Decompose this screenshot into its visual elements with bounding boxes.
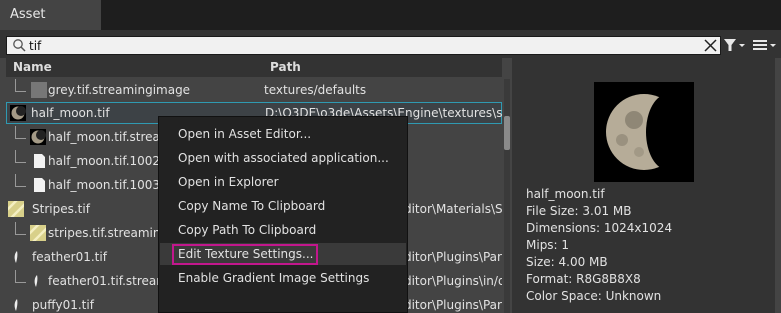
preview-dimensions: Dimensions: 1024x1024 <box>526 221 673 235</box>
menu-icon[interactable] <box>751 36 777 54</box>
search-row <box>0 30 781 58</box>
list-scrollbar[interactable] <box>504 79 510 313</box>
preview-panel: half_moon.tif File Size: 3.01 MB Dimensi… <box>512 58 775 313</box>
tree-branch <box>15 150 26 163</box>
table-row[interactable]: grey.tif.streamingimage textures/default… <box>6 79 502 101</box>
context-menu: Open in Asset Editor... Open with associ… <box>158 116 408 313</box>
stripes-icon <box>30 225 46 241</box>
column-header: Name Path <box>6 58 502 77</box>
row-name: puffy01.tif <box>32 298 94 312</box>
preview-file-size: File Size: 3.01 MB <box>526 204 632 218</box>
file-icon <box>31 82 47 98</box>
filter-icon[interactable] <box>723 36 747 54</box>
tree-branch <box>15 270 26 283</box>
moon-thumbnail-icon <box>30 129 46 145</box>
menu-item-open-with-application[interactable]: Open with associated application... <box>160 147 406 169</box>
tab-asset-browser[interactable]: Asset Browser <box>0 0 101 52</box>
preview-info: half_moon.tif File Size: 3.01 MB Dimensi… <box>526 186 672 305</box>
preview-mips: Mips: 1 <box>526 238 570 252</box>
row-name: half_moon.tif <box>31 106 110 120</box>
feather-icon <box>34 275 38 287</box>
preview-size: Size: 4.00 MB <box>526 255 608 269</box>
tree-branch <box>15 222 26 235</box>
feather-icon <box>14 299 18 311</box>
menu-item-open-in-explorer[interactable]: Open in Explorer <box>160 171 406 193</box>
scrollbar-thumb[interactable] <box>504 116 510 150</box>
file-icon <box>34 178 45 192</box>
feather-icon <box>14 251 18 263</box>
menu-item-label: Edit Texture Settings... <box>172 244 319 265</box>
tree-branch <box>15 174 26 187</box>
search-box[interactable] <box>6 36 721 55</box>
row-name: feather01.tif <box>32 250 107 264</box>
tree-branch <box>15 126 26 139</box>
column-path-header[interactable]: Path <box>270 60 301 74</box>
file-icon <box>34 154 45 168</box>
preview-format: Format: R8G8B8X8 <box>526 272 641 286</box>
search-icon <box>13 39 26 52</box>
moon-preview-icon <box>594 82 696 182</box>
tab-bar: Asset Browser <box>0 0 781 52</box>
menu-item-copy-name[interactable]: Copy Name To Clipboard <box>160 195 406 217</box>
menu-item-copy-path[interactable]: Copy Path To Clipboard <box>160 219 406 241</box>
menu-item-enable-gradient-image[interactable]: Enable Gradient Image Settings <box>160 267 406 289</box>
row-name: grey.tif.streamingimage <box>48 83 191 97</box>
menu-item-open-asset-editor[interactable]: Open in Asset Editor... <box>160 123 406 145</box>
column-name-header[interactable]: Name <box>13 60 52 74</box>
tree-branch <box>15 79 26 92</box>
row-path: textures/defaults <box>264 83 367 97</box>
menu-item-edit-texture-settings[interactable]: Edit Texture Settings... <box>160 243 406 265</box>
stripes-icon <box>8 201 24 217</box>
search-input[interactable] <box>29 37 689 54</box>
preview-image <box>594 82 696 182</box>
clear-icon[interactable] <box>703 38 718 53</box>
preview-color-space: Color Space: Unknown <box>526 289 662 303</box>
preview-file-name: half_moon.tif <box>526 187 605 201</box>
moon-thumbnail-icon <box>10 105 26 121</box>
row-name: Stripes.tif <box>32 202 90 216</box>
